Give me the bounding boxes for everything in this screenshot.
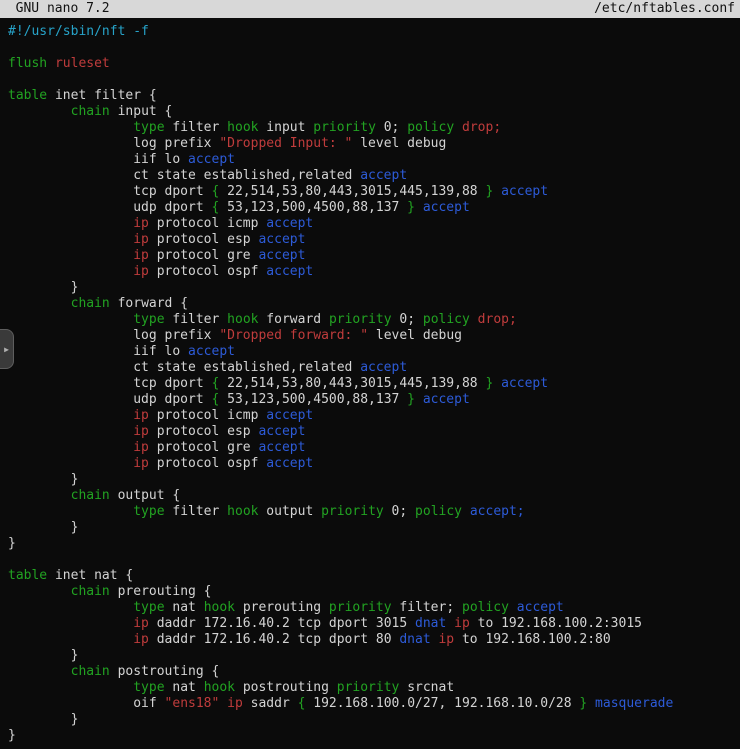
- file-path: /etc/nftables.conf: [594, 0, 740, 18]
- editor-line: table inet filter {: [8, 88, 740, 104]
- editor-line: }: [8, 520, 740, 536]
- terminal-screen[interactable]: GNU nano 7.2 /etc/nftables.conf #!/usr/s…: [0, 0, 740, 749]
- editor-line: [8, 72, 740, 88]
- editor-line: ip protocol esp accept: [8, 232, 740, 248]
- nano-titlebar: GNU nano 7.2 /etc/nftables.conf: [0, 0, 740, 18]
- editor-line: ip protocol ospf accept: [8, 264, 740, 280]
- editor-line: ip protocol icmp accept: [8, 408, 740, 424]
- editor-line: oif "ens18" ip saddr { 192.168.100.0/27,…: [8, 696, 740, 712]
- editor-line: iif lo accept: [8, 152, 740, 168]
- editor-line: }: [8, 712, 740, 728]
- chevron-right-icon: ▶: [4, 345, 9, 354]
- editor-line: ct state established,related accept: [8, 360, 740, 376]
- editor-line: [8, 552, 740, 568]
- editor-line: #!/usr/sbin/nft -f: [8, 24, 740, 40]
- editor-line: [8, 40, 740, 56]
- editor-line: iif lo accept: [8, 344, 740, 360]
- editor-line: ip protocol esp accept: [8, 424, 740, 440]
- editor-line: ip daddr 172.16.40.2 tcp dport 3015 dnat…: [8, 616, 740, 632]
- editor-line: log prefix "Dropped forward: " level deb…: [8, 328, 740, 344]
- editor-line: tcp dport { 22,514,53,80,443,3015,445,13…: [8, 184, 740, 200]
- editor-line: ip protocol gre accept: [8, 440, 740, 456]
- editor-line: chain postrouting {: [8, 664, 740, 680]
- editor-line: }: [8, 728, 740, 744]
- sidebar-handle[interactable]: ▶: [0, 329, 14, 369]
- editor-line: }: [8, 472, 740, 488]
- editor-line: type nat hook prerouting priority filter…: [8, 600, 740, 616]
- editor-line: log prefix "Dropped Input: " level debug: [8, 136, 740, 152]
- editor-line: table inet nat {: [8, 568, 740, 584]
- editor-line: ct state established,related accept: [8, 168, 740, 184]
- editor-line: chain prerouting {: [8, 584, 740, 600]
- editor-line: }: [8, 536, 740, 552]
- editor-line: chain forward {: [8, 296, 740, 312]
- editor-line: udp dport { 53,123,500,4500,88,137 } acc…: [8, 200, 740, 216]
- editor-line: chain input {: [8, 104, 740, 120]
- editor-line: flush ruleset: [8, 56, 740, 72]
- editor-line: type filter hook forward priority 0; pol…: [8, 312, 740, 328]
- editor-line: ip daddr 172.16.40.2 tcp dport 80 dnat i…: [8, 632, 740, 648]
- editor-line: ip protocol gre accept: [8, 248, 740, 264]
- editor-line: ip protocol ospf accept: [8, 456, 740, 472]
- editor-line: }: [8, 648, 740, 664]
- editor-content[interactable]: #!/usr/sbin/nft -f flush ruleset table ine…: [0, 18, 740, 744]
- editor-line: type nat hook postrouting priority srcna…: [8, 680, 740, 696]
- editor-line: tcp dport { 22,514,53,80,443,3015,445,13…: [8, 376, 740, 392]
- editor-line: ip protocol icmp accept: [8, 216, 740, 232]
- app-version: GNU nano 7.2: [0, 0, 110, 18]
- editor-line: chain output {: [8, 488, 740, 504]
- editor-line: udp dport { 53,123,500,4500,88,137 } acc…: [8, 392, 740, 408]
- editor-line: }: [8, 280, 740, 296]
- editor-line: type filter hook input priority 0; polic…: [8, 120, 740, 136]
- editor-line: type filter hook output priority 0; poli…: [8, 504, 740, 520]
